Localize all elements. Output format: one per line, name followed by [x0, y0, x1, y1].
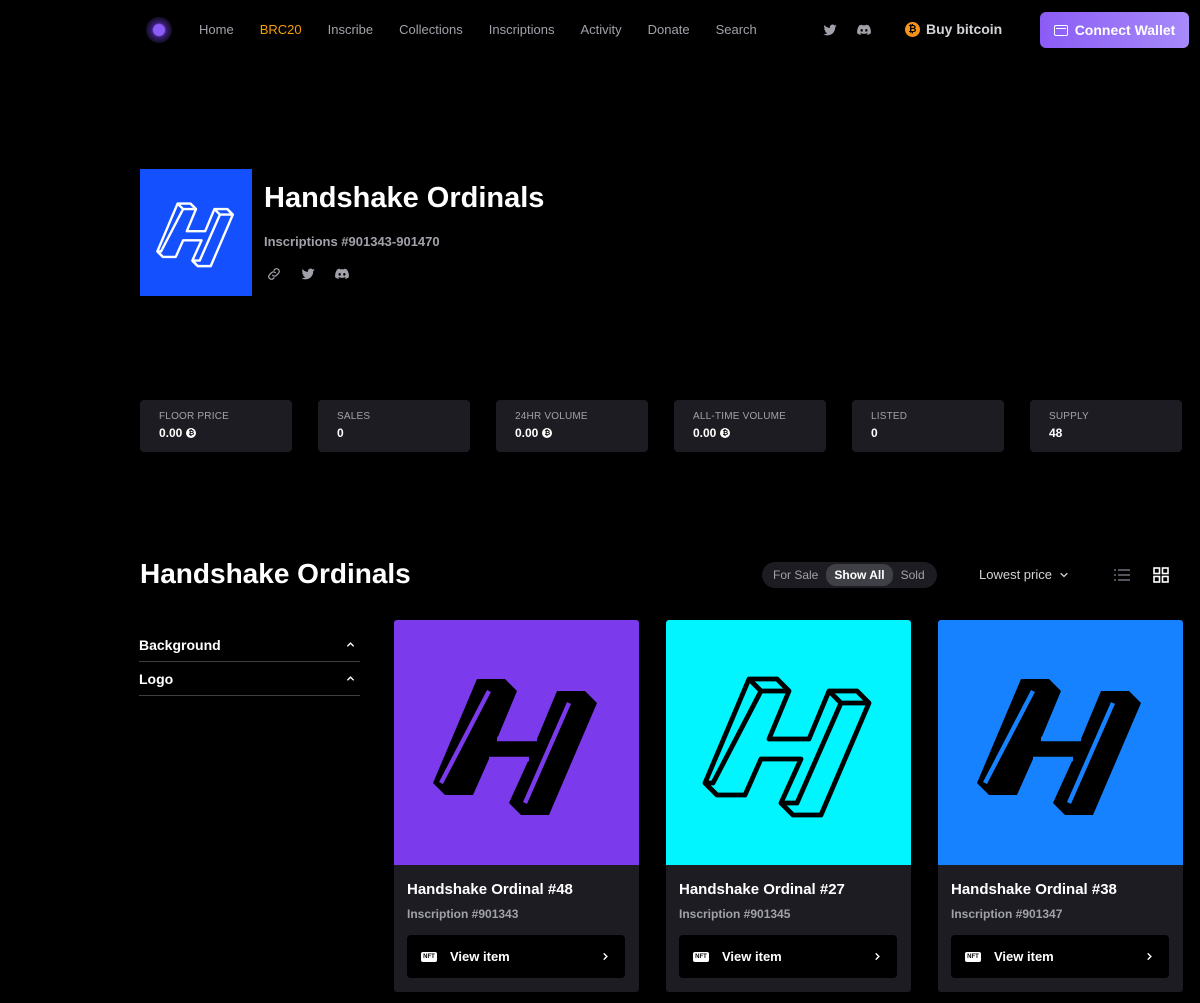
bitcoin-icon: ₿	[720, 428, 731, 438]
discord-icon[interactable]	[856, 22, 872, 38]
nft-icon: NFT	[965, 951, 981, 962]
tab-sold[interactable]: Sold	[893, 564, 933, 586]
stat-listed: LISTED 0	[852, 400, 1004, 452]
view-item-button[interactable]: NFT View item	[951, 935, 1169, 978]
stat-value-row: 48	[1049, 426, 1182, 440]
stat-value-row: 0.00 ₿	[159, 426, 292, 440]
item-image[interactable]	[666, 620, 911, 865]
sort-label: Lowest price	[979, 567, 1052, 582]
filter-label: Logo	[139, 670, 174, 687]
stat-floor-price: FLOOR PRICE 0.00 ₿	[140, 400, 292, 452]
filter-logo[interactable]: Logo	[139, 662, 360, 696]
stat-sales: SALES 0	[318, 400, 470, 452]
item-image[interactable]	[394, 620, 639, 865]
item-image[interactable]	[938, 620, 1183, 865]
item-name: Handshake Ordinal #38	[951, 881, 1117, 898]
trait-filters: Background Logo	[139, 628, 360, 696]
nav-home[interactable]: Home	[199, 22, 234, 37]
stat-value: 0	[337, 426, 344, 440]
buy-bitcoin-link[interactable]: ₿ Buy bitcoin	[905, 21, 1002, 37]
chevron-right-icon	[875, 953, 880, 960]
twitter-icon[interactable]	[300, 266, 316, 282]
chevron-down-icon	[1060, 572, 1068, 577]
bitcoin-icon: ₿	[186, 428, 197, 438]
nft-icon: NFT	[693, 951, 709, 962]
nav-inscribe[interactable]: Inscribe	[328, 22, 374, 37]
sort-dropdown[interactable]: Lowest price	[979, 567, 1070, 582]
filter-label: Background	[139, 636, 221, 653]
stat-value-row: 0.00 ₿	[515, 426, 648, 440]
list-view-icon[interactable]	[1114, 568, 1130, 582]
stat-label: ALL-TIME VOLUME	[693, 411, 787, 422]
stat-label: SALES	[337, 411, 371, 422]
stat-label: LISTED	[871, 411, 908, 422]
link-icon[interactable]	[266, 266, 282, 282]
stat-value: 0.00	[515, 426, 539, 440]
chevron-up-icon	[347, 642, 354, 647]
stat-value-row: 0.00 ₿	[693, 426, 826, 440]
handshake-logo-icon	[976, 678, 1141, 815]
section-title: Handshake Ordinals	[140, 558, 411, 589]
nav-links: Home BRC20 Inscribe Collections Inscript…	[199, 22, 783, 37]
stat-value: 48	[1049, 426, 1063, 440]
stat-label: SUPPLY	[1049, 411, 1089, 422]
chevron-right-icon	[1147, 953, 1152, 960]
item-name: Handshake Ordinal #48	[407, 881, 573, 898]
handshake-logo-icon	[432, 678, 597, 815]
twitter-icon[interactable]	[822, 22, 838, 38]
collection-links	[266, 266, 350, 282]
collection-stats: FLOOR PRICE 0.00 ₿ SALES 0 24HR VOLUME 0.…	[140, 400, 1182, 452]
tab-for-sale[interactable]: For Sale	[765, 564, 826, 586]
view-item-label: View item	[722, 949, 782, 964]
view-item-button[interactable]: NFT View item	[407, 935, 625, 978]
stat-label: FLOOR PRICE	[159, 411, 229, 422]
tab-show-all[interactable]: Show All	[826, 564, 893, 586]
stat-24hr-volume: 24HR VOLUME 0.00 ₿	[496, 400, 648, 452]
item-name: Handshake Ordinal #27	[679, 881, 845, 898]
buy-bitcoin-label: Buy bitcoin	[926, 21, 1003, 37]
stat-label: 24HR VOLUME	[515, 411, 588, 422]
item-inscription: Inscription #901345	[679, 907, 791, 921]
handshake-logo-icon	[156, 201, 234, 267]
grid-view-icon[interactable]	[1153, 567, 1169, 583]
stat-all-time-volume: ALL-TIME VOLUME 0.00 ₿	[674, 400, 826, 452]
view-item-label: View item	[994, 949, 1054, 964]
item-card[interactable]: Handshake Ordinal #48 Inscription #90134…	[394, 620, 639, 992]
filter-background[interactable]: Background	[139, 628, 360, 662]
connect-wallet-label: Connect Wallet	[1074, 22, 1176, 38]
stat-value-row: 0	[871, 426, 1004, 440]
item-card[interactable]: Handshake Ordinal #38 Inscription #90134…	[938, 620, 1183, 992]
handshake-logo-icon	[702, 676, 871, 817]
chevron-right-icon	[603, 953, 608, 960]
stat-value-row: 0	[337, 426, 470, 440]
stat-value: 0.00	[159, 426, 183, 440]
bitcoin-icon: ₿	[542, 428, 553, 438]
nav-activity[interactable]: Activity	[580, 22, 621, 37]
nav-collections[interactable]: Collections	[399, 22, 463, 37]
wallet-icon	[1053, 24, 1068, 36]
view-item-label: View item	[450, 949, 510, 964]
discord-icon[interactable]	[334, 266, 350, 282]
collection-logo	[140, 169, 252, 296]
brand-logo-icon[interactable]	[146, 17, 172, 43]
nav-donate[interactable]: Donate	[648, 22, 690, 37]
collection-inscription-range: Inscriptions #901343-901470	[264, 234, 440, 249]
nav-search[interactable]: Search	[716, 22, 757, 37]
bitcoin-icon: ₿	[905, 21, 920, 37]
item-inscription: Inscription #901347	[951, 907, 1063, 921]
collection-title: Handshake Ordinals	[264, 182, 545, 214]
nft-icon: NFT	[421, 951, 437, 962]
stat-value: 0.00	[693, 426, 717, 440]
chevron-up-icon	[347, 676, 354, 681]
stat-value: 0	[871, 426, 878, 440]
nav-brc20[interactable]: BRC20	[260, 22, 302, 37]
stat-supply: SUPPLY 48	[1030, 400, 1182, 452]
item-inscription: Inscription #901343	[407, 907, 519, 921]
top-nav: Home BRC20 Inscribe Collections Inscript…	[0, 0, 1200, 60]
view-item-button[interactable]: NFT View item	[679, 935, 897, 978]
sale-filter-tabs: For Sale Show All Sold	[762, 562, 937, 588]
connect-wallet-button[interactable]: Connect Wallet	[1040, 12, 1189, 48]
item-card[interactable]: Handshake Ordinal #27 Inscription #90134…	[666, 620, 911, 992]
nav-inscriptions[interactable]: Inscriptions	[489, 22, 555, 37]
